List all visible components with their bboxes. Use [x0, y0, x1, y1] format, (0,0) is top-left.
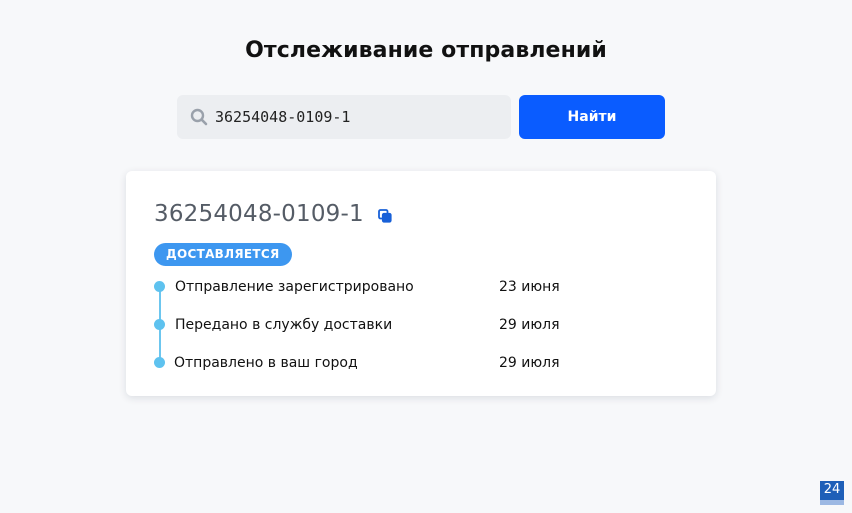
timeline-dot — [154, 281, 165, 292]
event-label: Передано в службу доставки — [175, 317, 393, 333]
event-label: Отправлено в ваш город — [174, 355, 358, 371]
event-date: 29 июля — [499, 317, 560, 333]
search-input[interactable] — [215, 95, 500, 139]
timeline-dot — [154, 357, 165, 368]
timeline-dot — [154, 319, 165, 330]
tracking-number: 36254048-0109-1 — [154, 201, 364, 227]
timeline-item: Передано в службу доставки 29 июля — [153, 315, 613, 335]
corner-logo-badge[interactable]: 24 — [820, 481, 844, 505]
search-icon — [190, 108, 208, 126]
copy-icon[interactable] — [378, 209, 392, 223]
status-badge: ДОСТАВЛЯЕТСЯ — [154, 243, 292, 266]
page-title: Отслеживание отправлений — [245, 38, 607, 63]
shipment-card: 36254048-0109-1 ДОСТАВЛЯЕТСЯ Отправление… — [126, 171, 716, 396]
timeline-item: Отправлено в ваш город 29 июля — [153, 353, 613, 373]
event-date: 29 июля — [499, 355, 560, 371]
search-field[interactable] — [177, 95, 511, 139]
search-bar: Найти — [177, 95, 665, 139]
event-date: 23 июня — [499, 279, 560, 295]
search-button[interactable]: Найти — [519, 95, 665, 139]
event-label: Отправление зарегистрировано — [175, 279, 414, 295]
timeline-item: Отправление зарегистрировано 23 июня — [153, 277, 613, 297]
